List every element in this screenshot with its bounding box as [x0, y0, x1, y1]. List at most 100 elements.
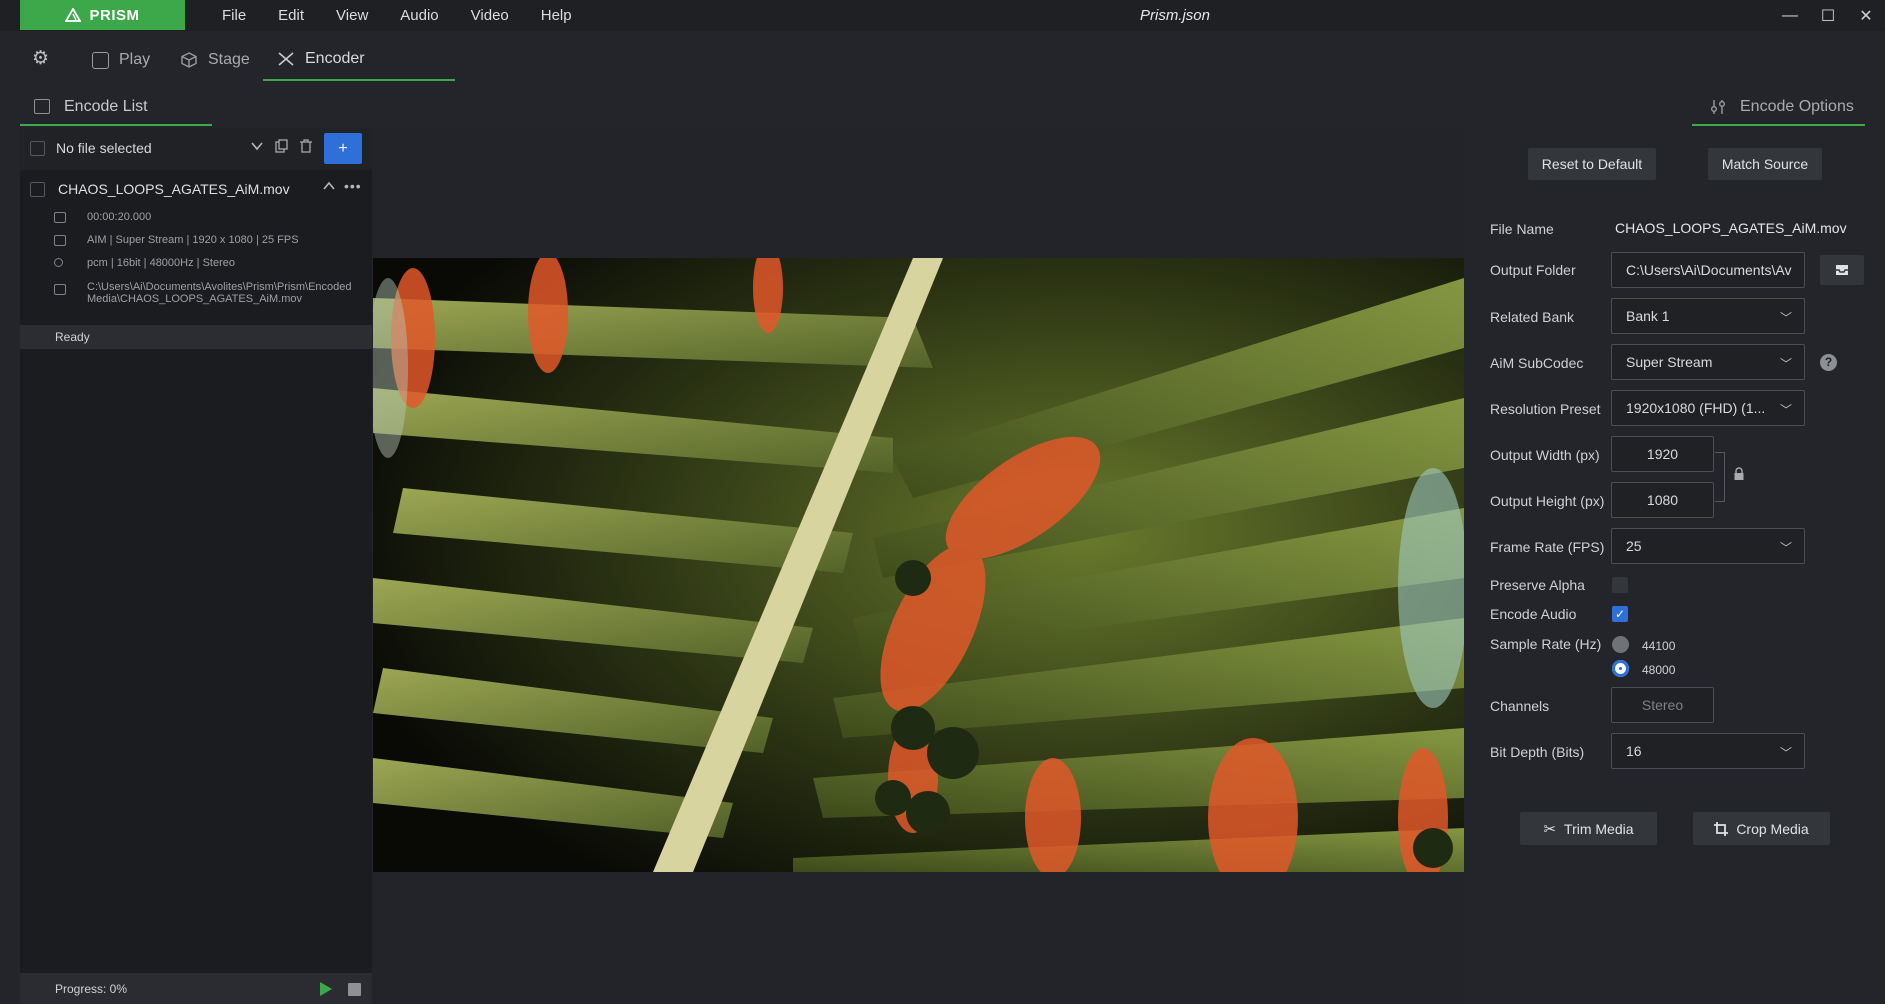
- related-bank-select[interactable]: Bank 1 ﹀: [1611, 298, 1805, 334]
- list-toolbar: No file selected +: [20, 128, 372, 170]
- sample-rate-label: Sample Rate (Hz): [1490, 636, 1602, 652]
- title-bar: PRISM File Edit View Audio Video Help Pr…: [0, 0, 1885, 31]
- chevron-down-icon: ﹀: [1779, 746, 1792, 760]
- close-icon[interactable]: ✕: [1847, 6, 1885, 26]
- encode-audio-checkbox[interactable]: ✓: [1612, 606, 1628, 622]
- more-options-icon[interactable]: •••: [344, 178, 362, 194]
- resolution-preset-select[interactable]: 1920x1080 (FHD) (1... ﹀: [1611, 390, 1805, 426]
- trim-media-button[interactable]: ✂ Trim Media: [1520, 812, 1657, 845]
- channels-label: Channels: [1490, 698, 1550, 714]
- encode-options-tab[interactable]: Encode Options: [1692, 89, 1865, 126]
- tab-stage[interactable]: Stage: [180, 39, 250, 81]
- subcodec-select[interactable]: Super Stream ﹀: [1611, 344, 1805, 380]
- channels-field: Stereo: [1611, 687, 1714, 723]
- maximize-icon[interactable]: ☐: [1809, 6, 1847, 26]
- subcodec-value: Super Stream: [1626, 354, 1713, 370]
- resolution-preset-label: Resolution Preset: [1490, 401, 1601, 417]
- tab-encoder[interactable]: Encoder: [263, 39, 455, 81]
- sample-rate-48000-label: 48000: [1642, 663, 1676, 677]
- app-logo-text: PRISM: [89, 6, 140, 24]
- video-icon: [54, 235, 66, 246]
- frame-rate-select[interactable]: 25 ﹀: [1611, 528, 1805, 564]
- menu-file[interactable]: File: [206, 7, 262, 24]
- output-width-label: Output Width (px): [1490, 447, 1600, 463]
- stop-icon[interactable]: [348, 983, 361, 996]
- preserve-alpha-label: Preserve Alpha: [1490, 577, 1585, 593]
- main-tabs: ⚙ Play Stage Encoder: [0, 39, 470, 82]
- encode-list-tab[interactable]: Encode List: [20, 89, 212, 126]
- tab-play[interactable]: Play: [92, 39, 150, 81]
- encode-list-panel: No file selected + CHAOS_LOOPS_AGATES_Ai…: [20, 128, 372, 1004]
- menu-audio[interactable]: Audio: [384, 7, 454, 24]
- collapse-icon[interactable]: [322, 179, 336, 196]
- music-note-icon: [54, 258, 63, 267]
- panel-header-row: Encode List Encode Options: [0, 89, 1885, 126]
- folder-icon: [54, 284, 66, 295]
- help-icon[interactable]: ?: [1820, 354, 1837, 371]
- app-logo: PRISM: [20, 0, 185, 30]
- add-file-button[interactable]: +: [324, 133, 362, 164]
- browse-folder-button[interactable]: [1820, 255, 1864, 285]
- minimize-icon[interactable]: —: [1771, 7, 1809, 25]
- bit-depth-select[interactable]: 16 ﹀: [1611, 733, 1805, 769]
- selection-label: No file selected: [56, 140, 152, 156]
- preserve-alpha-checkbox[interactable]: [1612, 577, 1628, 593]
- status-ready: Ready: [20, 325, 372, 349]
- menu-video[interactable]: Video: [455, 7, 525, 24]
- chevron-down-icon: ﹀: [1779, 311, 1792, 325]
- menu-help[interactable]: Help: [525, 7, 588, 24]
- chevron-down-icon: ﹀: [1779, 403, 1792, 417]
- preview-frame-image: [373, 258, 1464, 872]
- file-name-value: CHAOS_LOOPS_AGATES_AiM.mov: [1615, 220, 1847, 236]
- prism-logo-icon: [65, 8, 82, 22]
- file-path-line2: Media\CHAOS_LOOPS_AGATES_AiM.mov: [87, 293, 302, 305]
- menu-bar: File Edit View Audio Video Help: [206, 0, 588, 31]
- output-height-label: Output Height (px): [1490, 493, 1605, 509]
- output-folder-field[interactable]: C:\Users\Ai\Documents\Av: [1611, 252, 1805, 288]
- menu-edit[interactable]: Edit: [262, 7, 320, 24]
- file-path-line1: C:\Users\Ai\Documents\Avolites\Prism\Pri…: [87, 281, 352, 293]
- crop-media-label: Crop Media: [1736, 820, 1809, 837]
- reset-to-default-button[interactable]: Reset to Default: [1528, 148, 1656, 180]
- output-width-input[interactable]: 1920: [1611, 436, 1714, 472]
- sample-rate-48000-radio[interactable]: [1612, 660, 1629, 677]
- progress-bar: Progress: 0%: [20, 973, 372, 1004]
- lock-icon[interactable]: [1733, 467, 1745, 484]
- gear-icon[interactable]: ⚙: [32, 49, 52, 69]
- inbox-icon: [1836, 265, 1848, 275]
- window-controls: — ☐ ✕: [1771, 0, 1885, 31]
- encode-audio-label: Encode Audio: [1490, 606, 1577, 622]
- select-all-checkbox[interactable]: [30, 141, 45, 156]
- aspect-link-bracket: [1715, 452, 1725, 502]
- crop-media-button[interactable]: Crop Media: [1693, 812, 1830, 845]
- play-icon[interactable]: [320, 982, 332, 996]
- progress-text: Progress: 0%: [55, 982, 128, 996]
- play-tab-icon: [92, 51, 109, 69]
- encode-list-label: Encode List: [64, 97, 148, 115]
- output-height-input[interactable]: 1080: [1611, 482, 1714, 518]
- file-audio-info: pcm | 16bit | 48000Hz | Stereo: [87, 257, 235, 269]
- list-item[interactable]: CHAOS_LOOPS_AGATES_AiM.mov ••• 00:00:20.…: [20, 170, 372, 318]
- chevron-down-icon[interactable]: [250, 139, 264, 156]
- encode-list-icon: [34, 99, 50, 114]
- frame-rate-label: Frame Rate (FPS): [1490, 539, 1605, 555]
- match-source-button[interactable]: Match Source: [1708, 148, 1822, 180]
- file-video-info: AIM | Super Stream | 1920 x 1080 | 25 FP…: [87, 234, 299, 246]
- crop-icon: [1714, 821, 1729, 836]
- file-checkbox[interactable]: [30, 182, 45, 197]
- encode-options-label: Encode Options: [1740, 97, 1854, 115]
- file-name-label: File Name: [1490, 221, 1554, 237]
- sliders-icon: [1711, 99, 1725, 114]
- scissors-icon: ✂: [1543, 820, 1557, 838]
- menu-view[interactable]: View: [320, 7, 384, 24]
- video-preview: [373, 258, 1464, 872]
- sample-rate-44100-label: 44100: [1642, 639, 1676, 653]
- trash-icon[interactable]: [299, 139, 313, 156]
- related-bank-value: Bank 1: [1626, 308, 1670, 324]
- bit-depth-value: 16: [1626, 743, 1642, 759]
- file-name: CHAOS_LOOPS_AGATES_AiM.mov: [58, 181, 290, 197]
- duplicate-icon[interactable]: [275, 139, 289, 156]
- sample-rate-44100-radio[interactable]: [1612, 636, 1629, 653]
- frame-rate-value: 25: [1626, 538, 1642, 554]
- related-bank-label: Related Bank: [1490, 309, 1575, 325]
